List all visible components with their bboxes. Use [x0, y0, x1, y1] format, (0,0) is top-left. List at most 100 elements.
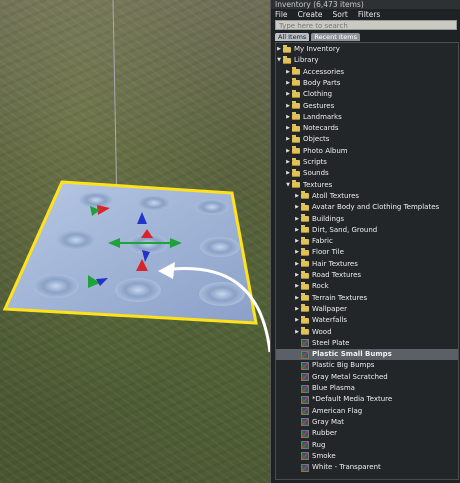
inventory-tree[interactable]: ▶ My Inventory ▼ Library ▶ Accessories ▶ Body P… — [275, 42, 459, 480]
expand-closed-icon[interactable]: ▶ — [294, 236, 300, 247]
tree-item-label: Library — [294, 56, 319, 65]
expand-closed-icon[interactable]: ▶ — [285, 78, 291, 89]
expand-open-icon[interactable]: ▼ — [285, 180, 291, 191]
tree-item[interactable]: White - Transparent — [276, 462, 381, 473]
tree-item[interactable]: Rubber — [276, 428, 337, 439]
tree-folder[interactable]: ▶ Body Parts — [276, 78, 340, 89]
tree-folder[interactable]: ▶ Avatar Body and Clothing Templates — [276, 202, 439, 213]
tree-folder[interactable]: ▶ Floor Tile — [276, 247, 344, 258]
texture-icon — [301, 350, 309, 359]
tree-item[interactable]: Rug — [276, 440, 325, 451]
tree-item[interactable]: American Flag — [276, 406, 362, 417]
tree-folder[interactable]: ▶ Landmarks — [276, 112, 342, 123]
expand-closed-icon[interactable]: ▶ — [285, 67, 291, 78]
expand-closed-icon[interactable]: ▶ — [285, 157, 291, 168]
expand-closed-icon[interactable]: ▶ — [294, 293, 300, 304]
tree-folder[interactable]: ▶ Photo Album — [276, 146, 348, 157]
folder-icon — [301, 293, 309, 302]
tree-item-label: Plastic Big Bumps — [312, 361, 375, 370]
expand-closed-icon[interactable]: ▶ — [294, 270, 300, 281]
tree-item-label: Blue Plasma — [312, 384, 355, 392]
folder-icon — [301, 281, 309, 290]
tree-folder[interactable]: ▶ Waterfalls — [276, 315, 347, 326]
expand-open-icon[interactable]: ▼ — [276, 55, 282, 66]
tree-folder[interactable]: ▶ Wallpaper — [276, 304, 347, 315]
expand-closed-icon[interactable]: ▶ — [294, 304, 300, 315]
expand-closed-icon[interactable]: ▶ — [294, 315, 300, 326]
tree-folder[interactable]: ▶ Terrain Textures — [276, 293, 367, 304]
tree-item-label: Photo Album — [303, 146, 348, 155]
tree-folder[interactable]: ▶ Sounds — [276, 168, 329, 179]
menu-filters[interactable]: Filters — [358, 9, 380, 20]
tree-folder[interactable]: ▶ Road Textures — [276, 270, 361, 281]
tree-item-label: Rug — [312, 440, 326, 449]
tree-item[interactable]: Smoke — [276, 451, 336, 462]
tree-folder[interactable]: ▶ Wood — [276, 327, 332, 338]
tree-folder[interactable]: ▶ Notecards — [276, 123, 339, 134]
tree-folder[interactable]: ▶ Clothing — [276, 89, 332, 100]
tree-folder[interactable]: ▶ My Inventory — [276, 44, 340, 55]
tree-item[interactable]: Plastic Small Bumps — [276, 349, 458, 361]
tree-item[interactable]: Blue Plasma — [276, 383, 355, 394]
expand-closed-icon[interactable]: ▶ — [294, 191, 300, 202]
tree-item[interactable]: Steel Plate — [276, 338, 349, 349]
folder-icon — [301, 202, 309, 211]
folder-icon — [283, 55, 291, 64]
tree-item-label: Dirt, Sand, Ground — [312, 225, 378, 234]
tree-item-label: Wood — [312, 327, 332, 336]
folder-icon — [292, 157, 300, 166]
tree-item-label: Gestures — [303, 101, 335, 110]
tree-item[interactable]: Gray Metal Scratched — [276, 372, 388, 383]
menu-create[interactable]: Create — [298, 9, 323, 20]
expand-closed-icon[interactable]: ▶ — [294, 202, 300, 213]
tree-item[interactable]: *Default Media Texture — [276, 394, 392, 405]
tree-item-label: Wallpaper — [312, 304, 348, 313]
expand-closed-icon[interactable]: ▶ — [285, 168, 291, 179]
tab-recent-items[interactable]: Recent Items — [311, 33, 361, 41]
expand-closed-icon[interactable]: ▶ — [294, 225, 300, 236]
menu-file[interactable]: File — [275, 9, 288, 20]
tree-item-label: Rock — [312, 282, 329, 291]
tree-folder[interactable]: ▶ Scripts — [276, 157, 327, 168]
expand-closed-icon[interactable]: ▶ — [276, 44, 282, 55]
texture-icon — [301, 429, 309, 438]
tree-folder[interactable]: ▼ Textures — [276, 180, 332, 191]
expand-closed-icon[interactable]: ▶ — [294, 281, 300, 292]
tree-item-label: Objects — [303, 135, 330, 144]
tree-folder[interactable]: ▶ Dirt, Sand, Ground — [276, 225, 377, 236]
tab-all-items[interactable]: All Items — [275, 33, 310, 41]
expand-closed-icon[interactable]: ▶ — [285, 123, 291, 134]
tree-folder[interactable]: ▶ Accessories — [276, 67, 344, 78]
texture-icon — [301, 373, 309, 382]
tree-folder[interactable]: ▶ Gestures — [276, 101, 334, 112]
expand-closed-icon[interactable]: ▶ — [294, 214, 300, 225]
tree-folder[interactable]: ▼ Library — [276, 55, 318, 66]
tree-folder[interactable]: ▶ Fabric — [276, 236, 333, 247]
tree-folder[interactable]: ▶ Objects — [276, 134, 329, 145]
tree-folder[interactable]: ▶ Atoll Textures — [276, 191, 359, 202]
tree-folder[interactable]: ▶ Buildings — [276, 214, 344, 225]
menu-sort[interactable]: Sort — [332, 9, 347, 20]
folder-icon — [301, 225, 309, 234]
expand-closed-icon[interactable]: ▶ — [285, 112, 291, 123]
tree-item[interactable]: Plastic Big Bumps — [276, 360, 374, 371]
expand-closed-icon[interactable]: ▶ — [285, 89, 291, 100]
tree-item-label: Scripts — [303, 158, 327, 166]
expand-closed-icon[interactable]: ▶ — [294, 247, 300, 258]
tree-folder[interactable]: ▶ Rock — [276, 281, 329, 292]
tree-item-label: Clothing — [303, 90, 333, 99]
expand-closed-icon[interactable]: ▶ — [294, 259, 300, 270]
tree-folder[interactable]: ▶ Hair Textures — [276, 259, 358, 270]
tree-item-label: Hair Textures — [312, 259, 358, 268]
expand-closed-icon[interactable]: ▶ — [285, 134, 291, 145]
expand-closed-icon[interactable]: ▶ — [285, 101, 291, 112]
tree-item-label: Notecards — [303, 124, 339, 133]
3d-viewport[interactable] — [0, 0, 270, 483]
tree-item[interactable]: Gray Mat — [276, 417, 344, 428]
expand-closed-icon[interactable]: ▶ — [285, 146, 291, 157]
folder-icon — [292, 89, 300, 98]
search-input[interactable]: Type here to search — [275, 20, 457, 30]
tree-item-label: Textures — [303, 180, 333, 189]
folder-icon — [292, 101, 300, 109]
expand-closed-icon[interactable]: ▶ — [294, 327, 300, 338]
